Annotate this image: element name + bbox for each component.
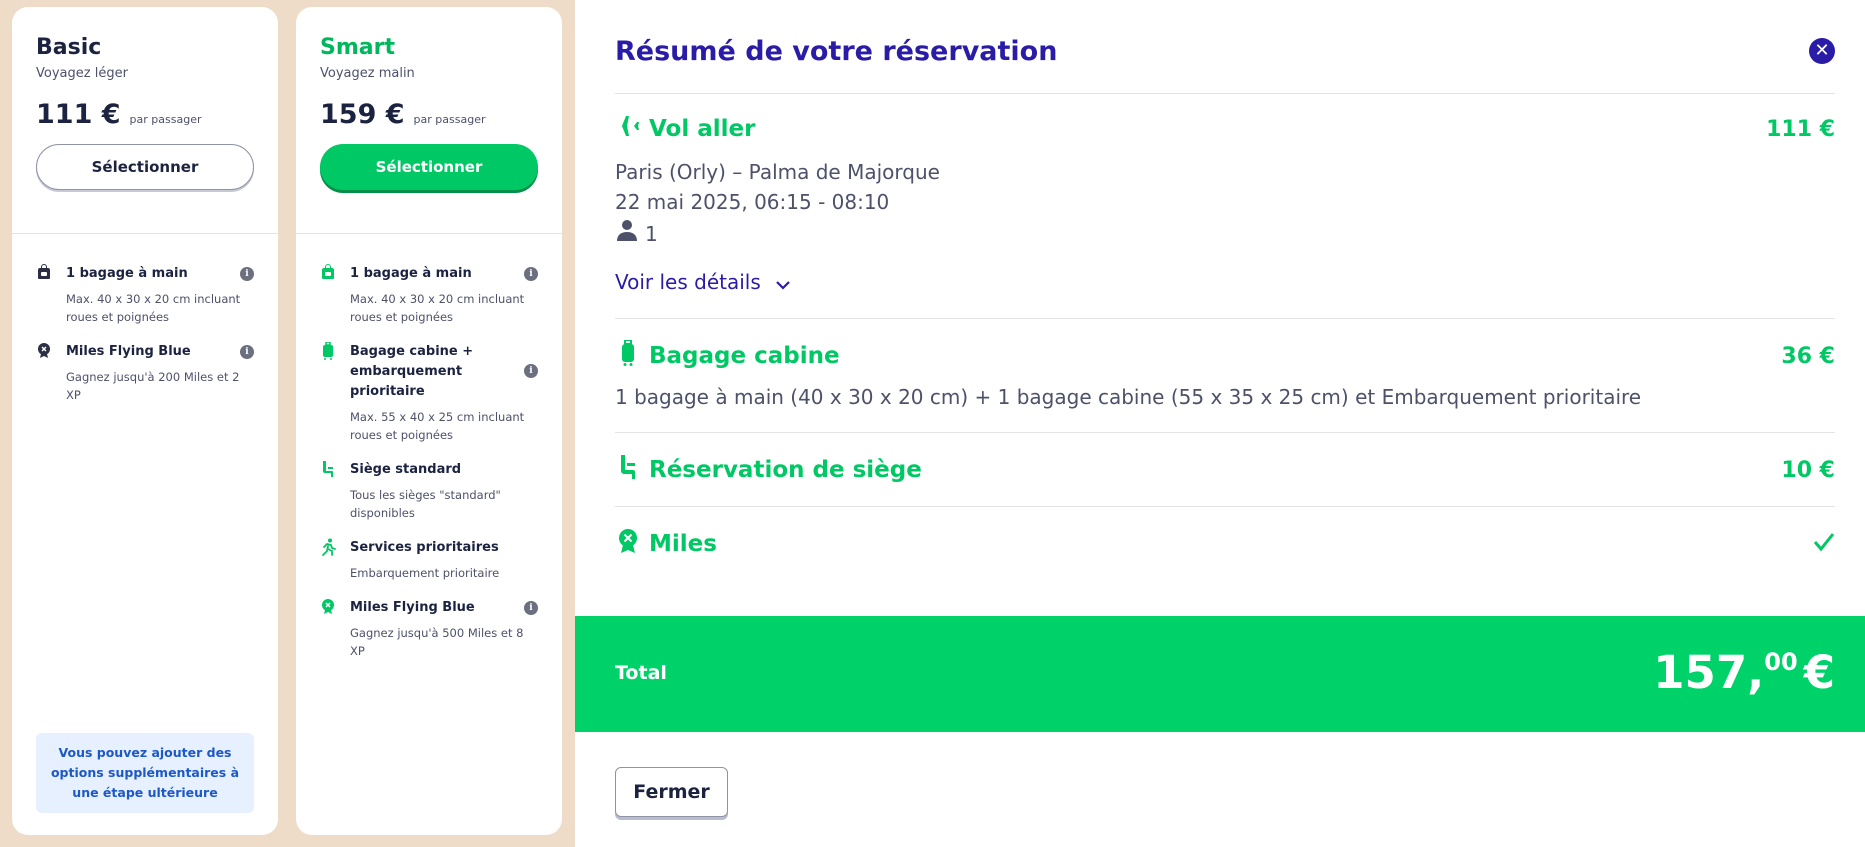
miles-badge-icon (615, 528, 641, 560)
feature-item: Bagage cabine + embarquement prioritaire… (320, 341, 538, 444)
close-icon[interactable]: ✕ (1809, 38, 1835, 64)
view-details-label: Voir les détails (615, 270, 761, 294)
passenger-number: 1 (645, 222, 658, 246)
feature-description: Tous les sièges "standard" disponibles (350, 488, 501, 520)
feature-item: Siège standard Tous les sièges "standard… (320, 460, 538, 522)
select-basic-button[interactable]: Sélectionner (36, 144, 254, 190)
feature-title: Miles Flying Blue (66, 344, 191, 359)
feature-title: Services prioritaires (350, 540, 499, 555)
flight-price: 111 € (1766, 116, 1835, 142)
fare-card-smart: Smart Voyagez malin 159 € par passager S… (296, 7, 562, 835)
fare-subtitle: Voyagez malin (320, 66, 415, 81)
feature-title: Miles Flying Blue (350, 600, 475, 615)
seat-section-header: Réservation de siège 10 € (615, 454, 1835, 486)
fare-price-row: 159 € par passager (320, 99, 538, 130)
info-icon[interactable]: i (524, 601, 538, 615)
feature-item: 1 bagage à main i Max. 40 x 30 x 20 cm i… (320, 264, 538, 326)
seat-icon (615, 454, 641, 486)
fare-price-row: 111 € par passager (36, 99, 254, 130)
flight-route: Paris (Orly) – Palma de Majorque (615, 160, 940, 184)
total-currency: € (1803, 646, 1835, 699)
booking-summary-panel: Résumé de votre réservation ✕ Vol aller … (575, 0, 1865, 847)
per-passenger-label: par passager (129, 113, 202, 126)
miles-section-header: Miles (615, 528, 1835, 560)
info-icon[interactable]: i (524, 364, 538, 378)
feature-title: Bagage cabine + embarquement prioritaire (350, 344, 474, 399)
info-icon[interactable]: i (240, 345, 254, 359)
summary-title: Résumé de votre réservation (615, 36, 1058, 67)
fare-price: 159 € (320, 99, 405, 130)
total-amount: 157,00 € (1653, 646, 1835, 699)
total-amount-cents: 00 (1764, 648, 1798, 676)
checkmark-icon (1813, 532, 1835, 556)
passenger-count: 1 (615, 218, 658, 250)
fare-card-basic: Basic Voyagez léger 111 € par passager S… (12, 7, 278, 835)
miles-title: Miles (649, 531, 717, 557)
fare-features: 1 bagage à main i Max. 40 x 30 x 20 cm i… (296, 234, 562, 660)
miles-badge-icon (320, 598, 342, 660)
seat-icon (320, 460, 342, 522)
per-passenger-label: par passager (413, 113, 486, 126)
divider (615, 432, 1835, 433)
flight-title: Vol aller (649, 116, 756, 142)
feature-description: Embarquement prioritaire (350, 566, 500, 580)
baggage-title: Bagage cabine (649, 343, 840, 369)
close-button[interactable]: Fermer (615, 767, 728, 817)
options-notice: Vous pouvez ajouter des options suppléme… (36, 733, 254, 813)
feature-description: Max. 40 x 30 x 20 cm incluant roues et p… (66, 292, 241, 324)
fare-subtitle: Voyagez léger (36, 66, 128, 81)
feature-item: Services prioritaires Embarquement prior… (320, 538, 538, 582)
baggage-section-header: Bagage cabine 36 € (615, 339, 1835, 372)
view-details-link[interactable]: Voir les détails (615, 270, 791, 296)
feature-description: Max. 40 x 30 x 20 cm incluant roues et p… (350, 292, 525, 324)
baggage-price: 36 € (1781, 343, 1835, 369)
fare-name: Smart (320, 35, 395, 60)
feature-item: 1 bagage à main i Max. 40 x 30 x 20 cm i… (36, 264, 254, 326)
divider (615, 318, 1835, 319)
plane-icon (615, 114, 641, 144)
feature-description: Max. 55 x 40 x 25 cm incluant roues et p… (350, 410, 525, 442)
miles-badge-icon (36, 342, 58, 404)
feature-title: 1 bagage à main (350, 266, 472, 281)
total-label: Total (615, 662, 667, 684)
flight-section-header: Vol aller 111 € (615, 114, 1835, 144)
suitcase-icon (615, 339, 641, 372)
feature-title: Siège standard (350, 462, 462, 477)
feature-item: Miles Flying Blue i Gagnez jusqu'à 500 M… (320, 598, 538, 660)
fare-card-header: Basic Voyagez léger 111 € par passager S… (12, 7, 278, 234)
flight-datetime: 22 mai 2025, 06:15 - 08:10 (615, 190, 890, 214)
suitcase-icon (320, 341, 342, 444)
feature-description: Gagnez jusqu'à 200 Miles et 2 XP (66, 370, 240, 402)
person-icon (615, 218, 639, 250)
feature-item: Miles Flying Blue i Gagnez jusqu'à 200 M… (36, 342, 254, 404)
baggage-description: 1 bagage à main (40 x 30 x 20 cm) + 1 ba… (615, 385, 1642, 409)
seat-price: 10 € (1781, 457, 1835, 483)
seat-title: Réservation de siège (649, 457, 922, 483)
info-icon[interactable]: i (240, 267, 254, 281)
fare-name: Basic (36, 35, 102, 60)
fare-card-header: Smart Voyagez malin 159 € par passager S… (296, 7, 562, 234)
divider (615, 93, 1835, 94)
backpack-icon (36, 264, 58, 326)
backpack-icon (320, 264, 342, 326)
total-bar: Total 157,00 € (575, 616, 1865, 732)
select-smart-button[interactable]: Sélectionner (320, 144, 538, 190)
feature-title: 1 bagage à main (66, 266, 188, 281)
total-amount-main: 157, (1653, 646, 1765, 699)
running-person-icon (320, 538, 342, 582)
fare-price: 111 € (36, 99, 121, 130)
divider (615, 506, 1835, 507)
info-icon[interactable]: i (524, 267, 538, 281)
feature-description: Gagnez jusqu'à 500 Miles et 8 XP (350, 626, 524, 658)
fare-features: 1 bagage à main i Max. 40 x 30 x 20 cm i… (12, 234, 278, 404)
chevron-down-icon (775, 272, 791, 296)
